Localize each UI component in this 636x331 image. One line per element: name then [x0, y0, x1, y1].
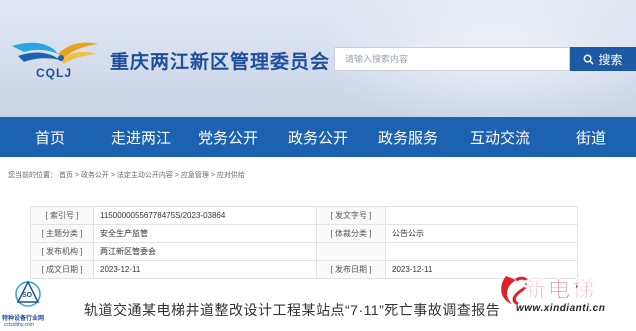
empty-label-cell [316, 242, 386, 261]
index-number-label: [ 索引号 ] [30, 206, 94, 225]
table-row: [ 索引号 ] 11500000556778475S/2023-03864 [ … [30, 206, 578, 225]
xindianti-watermark-url: www.xindianti.cn [516, 303, 606, 314]
topic-category-value: 安全生产监管 [93, 224, 317, 243]
written-date-value: 2023-12-11 [93, 260, 317, 279]
nav-item-government-affairs[interactable]: 政务公开 [274, 117, 362, 157]
nav-item-home[interactable]: 首页 [0, 117, 100, 157]
nav-item-government-services[interactable]: 政务服务 [362, 117, 454, 157]
table-row: [ 主题分类 ] 安全生产监管 [ 体裁分类 ] 公告公示 [30, 224, 578, 243]
nav-item-interaction[interactable]: 互动交流 [454, 117, 546, 157]
article-title: 轨道交通某电梯井道整改设计工程某站点“7·11”死亡事故调查报告 [84, 302, 501, 318]
search-icon [584, 54, 595, 65]
genre-category-label: [ 体裁分类 ] [316, 224, 386, 243]
topic-category-label: [ 主题分类 ] [30, 224, 94, 243]
xindianti-watermark-name: 新电梯 [524, 277, 597, 303]
site-title[interactable]: 重庆两江新区管理委员会 [110, 47, 330, 74]
document-number-value [385, 206, 578, 225]
search-button-label: 搜索 [598, 52, 623, 67]
genre-category-value: 公告公示 [385, 224, 578, 243]
svg-text:SO: SO [22, 292, 33, 299]
search-button[interactable]: 搜索 [570, 47, 636, 71]
nav-item-party-affairs[interactable]: 党务公开 [182, 117, 274, 157]
document-info-table: [ 索引号 ] 11500000556778475S/2023-03864 [ … [30, 206, 578, 279]
breadcrumb[interactable]: 您当前的位置： 首页 > 政务公开 > 法定主动公开内容 > 应急管理 > 应对… [8, 170, 245, 180]
nav-item-about-liangjiang[interactable]: 走进两江 [100, 117, 182, 157]
site-header: CQLJ 重庆两江新区管理委员会 搜索 [0, 0, 636, 117]
table-row: [ 发布机构 ] 两江新区管委会 [30, 242, 578, 261]
document-number-label: [ 发文字号 ] [316, 206, 386, 225]
main-nav: 首页 走进两江 党务公开 政务公开 政务服务 互动交流 街道 [0, 117, 636, 157]
publisher-label: [ 发布机构 ] [30, 242, 94, 261]
logo-text: CQLJ [36, 66, 73, 80]
publish-date-label: [ 发布日期 ] [316, 260, 386, 279]
search-input[interactable] [335, 48, 569, 70]
index-number-value: 11500000556778475S/2023-03864 [93, 206, 317, 225]
publisher-value: 两江新区管委会 [93, 242, 317, 261]
search-box [334, 47, 570, 71]
industry-watermark-text: 特种设备行业网 [2, 316, 45, 322]
industry-watermark-url: cctzsbhy.com [4, 322, 34, 328]
empty-value-cell [385, 242, 578, 261]
nav-item-streets[interactable]: 街道 [546, 117, 636, 157]
